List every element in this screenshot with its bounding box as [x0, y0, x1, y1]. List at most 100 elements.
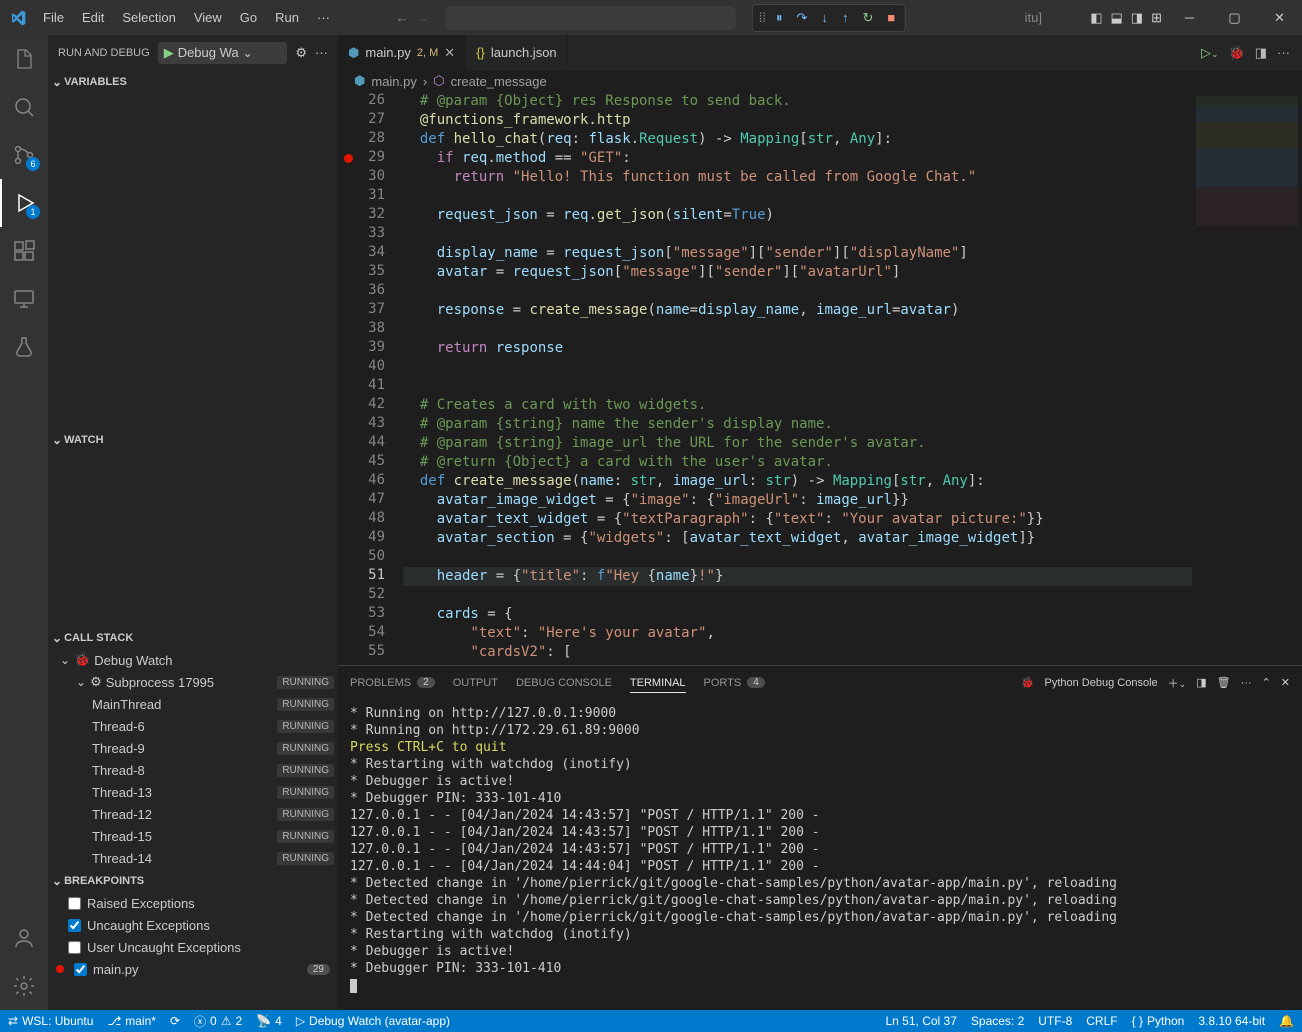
menu-item-selection[interactable]: Selection: [114, 6, 183, 29]
ports-status[interactable]: 📡4: [256, 1014, 282, 1028]
step-into-icon[interactable]: ↓: [817, 8, 832, 27]
section-watch[interactable]: ⌄WATCH: [48, 429, 338, 451]
minimize-icon[interactable]: ─: [1167, 0, 1212, 35]
source-control-icon[interactable]: 6: [0, 131, 48, 179]
callstack-item[interactable]: Thread-12RUNNING: [48, 803, 338, 825]
debug-status[interactable]: ▷Debug Watch (avatar-app): [296, 1014, 450, 1028]
close-tab-icon[interactable]: ✕: [444, 45, 455, 61]
terminal-content[interactable]: * Running on http://127.0.0.1:9000 * Run…: [338, 699, 1302, 1010]
code-editor[interactable]: 2627282930313233343536373839404142434445…: [338, 92, 1302, 665]
encoding[interactable]: UTF-8: [1038, 1014, 1072, 1028]
menu-item-edit[interactable]: Edit: [74, 6, 112, 29]
search-icon[interactable]: [0, 83, 48, 131]
activity-bar: 6 1: [0, 35, 48, 1010]
remote-indicator[interactable]: ⇄WSL: Ubuntu: [8, 1014, 93, 1028]
problems-status[interactable]: ⓧ 0 ⚠ 2: [194, 1013, 242, 1030]
trash-icon[interactable]: 🗑: [1217, 676, 1231, 689]
debug-config-selector[interactable]: ▶ Debug Wa ⌄: [158, 42, 288, 64]
step-out-icon[interactable]: ↑: [838, 8, 853, 27]
explorer-icon[interactable]: [0, 35, 48, 83]
breakpoint-file[interactable]: main.py29: [48, 958, 338, 980]
menu-item-file[interactable]: File: [35, 6, 72, 29]
callstack-item[interactable]: Thread-14RUNNING: [48, 847, 338, 869]
maximize-icon[interactable]: ▢: [1212, 0, 1257, 35]
gear-icon[interactable]: ⚙: [295, 45, 307, 61]
breakpoint-checkbox[interactable]: [68, 897, 81, 910]
callstack-item[interactable]: Thread-13RUNNING: [48, 781, 338, 803]
breakpoint-label: User Uncaught Exceptions: [87, 940, 241, 955]
extensions-icon[interactable]: [0, 227, 48, 275]
breakpoint-checkbox[interactable]: [74, 963, 87, 976]
editor-tab-main.py[interactable]: ⬢main.py2, M✕: [338, 35, 466, 70]
toggle-panel-left-icon[interactable]: ◧: [1090, 10, 1102, 26]
toggle-panel-bottom-icon[interactable]: ⬓: [1111, 10, 1123, 26]
menu-item-go[interactable]: Go: [232, 6, 265, 29]
notifications-icon[interactable]: 🔔: [1279, 1014, 1294, 1028]
breakpoint-option[interactable]: Raised Exceptions: [48, 892, 338, 914]
panel-tab-problems[interactable]: PROBLEMS2: [350, 677, 435, 689]
panel-tab-debug-console[interactable]: DEBUG CONSOLE: [516, 677, 612, 689]
close-icon[interactable]: ✕: [1257, 0, 1302, 35]
breakpoint-option[interactable]: Uncaught Exceptions: [48, 914, 338, 936]
command-center-search[interactable]: [446, 6, 736, 30]
language-mode[interactable]: { }Python: [1132, 1014, 1185, 1028]
panel-tab-ports[interactable]: PORTS4: [704, 677, 765, 689]
nav-back-icon[interactable]: ←: [396, 10, 409, 25]
more-icon[interactable]: ···: [315, 45, 328, 60]
callstack-item[interactable]: MainThreadRUNNING: [48, 693, 338, 715]
breadcrumb[interactable]: ⬢ main.py › ⬡ create_message: [338, 70, 1302, 92]
json-file-icon: {}: [476, 45, 485, 60]
settings-icon[interactable]: [0, 962, 48, 1010]
run-file-icon[interactable]: ▷⌄: [1201, 45, 1219, 61]
add-terminal-icon[interactable]: ＋⌄: [1168, 675, 1187, 691]
section-callstack[interactable]: ⌄CALL STACK: [48, 627, 338, 649]
callstack-item[interactable]: Thread-6RUNNING: [48, 715, 338, 737]
callstack-item[interactable]: ⌄🐞Debug Watch: [48, 649, 338, 671]
indentation[interactable]: Spaces: 2: [971, 1014, 1024, 1028]
breakpoint-checkbox[interactable]: [68, 941, 81, 954]
nav-forward-icon[interactable]: →: [417, 10, 430, 25]
more-actions-icon[interactable]: ···: [1277, 45, 1290, 60]
eol[interactable]: CRLF: [1086, 1014, 1117, 1028]
toggle-panel-right-icon[interactable]: ◨: [1131, 10, 1143, 26]
breakpoint-checkbox[interactable]: [68, 919, 81, 932]
panel-tab-output[interactable]: OUTPUT: [453, 677, 498, 689]
python-version[interactable]: 3.8.10 64-bit: [1198, 1014, 1265, 1028]
close-panel-icon[interactable]: ✕: [1281, 676, 1290, 689]
menu-item-view[interactable]: View: [186, 6, 230, 29]
remote-icon: ⇄: [8, 1014, 18, 1028]
breakpoint-option[interactable]: User Uncaught Exceptions: [48, 936, 338, 958]
panel-tab-terminal[interactable]: TERMINAL: [630, 677, 686, 693]
split-editor-icon[interactable]: ◨: [1255, 45, 1267, 61]
customize-layout-icon[interactable]: ⊞: [1151, 10, 1162, 26]
debug-file-icon[interactable]: 🐞: [1229, 45, 1245, 61]
split-terminal-icon[interactable]: ◨: [1196, 676, 1206, 689]
chevron-up-icon[interactable]: ⌃: [1262, 676, 1271, 689]
testing-icon[interactable]: [0, 323, 48, 371]
pause-icon[interactable]: ⏸: [772, 8, 787, 28]
callstack-item[interactable]: Thread-8RUNNING: [48, 759, 338, 781]
terminal-selector[interactable]: Python Debug Console: [1045, 677, 1158, 689]
stop-icon[interactable]: ■: [883, 8, 899, 27]
git-branch[interactable]: ⎇main*: [107, 1014, 156, 1028]
sync-icon[interactable]: ⟳: [170, 1014, 180, 1028]
section-variables[interactable]: ⌄VARIABLES: [48, 71, 338, 93]
section-breakpoints[interactable]: ⌄BREAKPOINTS: [48, 870, 338, 892]
callstack-item[interactable]: ⌄⚙Subprocess 17995RUNNING: [48, 671, 338, 693]
more-icon[interactable]: ···: [1241, 677, 1252, 689]
callstack-item[interactable]: Thread-15RUNNING: [48, 825, 338, 847]
accounts-icon[interactable]: [0, 914, 48, 962]
drag-handle-icon[interactable]: ⁞⁞: [759, 10, 766, 25]
menu-item-run[interactable]: Run: [267, 6, 307, 29]
debug-badge: 1: [26, 205, 40, 219]
restart-icon[interactable]: ↻: [858, 8, 877, 28]
menu-item-···[interactable]: ···: [309, 6, 338, 29]
callstack-item[interactable]: Thread-9RUNNING: [48, 737, 338, 759]
remote-explorer-icon[interactable]: [0, 275, 48, 323]
run-debug-icon[interactable]: 1: [0, 179, 48, 227]
editor-tab-launch.json[interactable]: {}launch.json: [466, 35, 567, 70]
python-file-icon: ⬢: [354, 73, 365, 89]
minimap[interactable]: [1192, 92, 1302, 665]
cursor-position[interactable]: Ln 51, Col 37: [886, 1014, 957, 1028]
step-over-icon[interactable]: ↷: [793, 8, 812, 28]
